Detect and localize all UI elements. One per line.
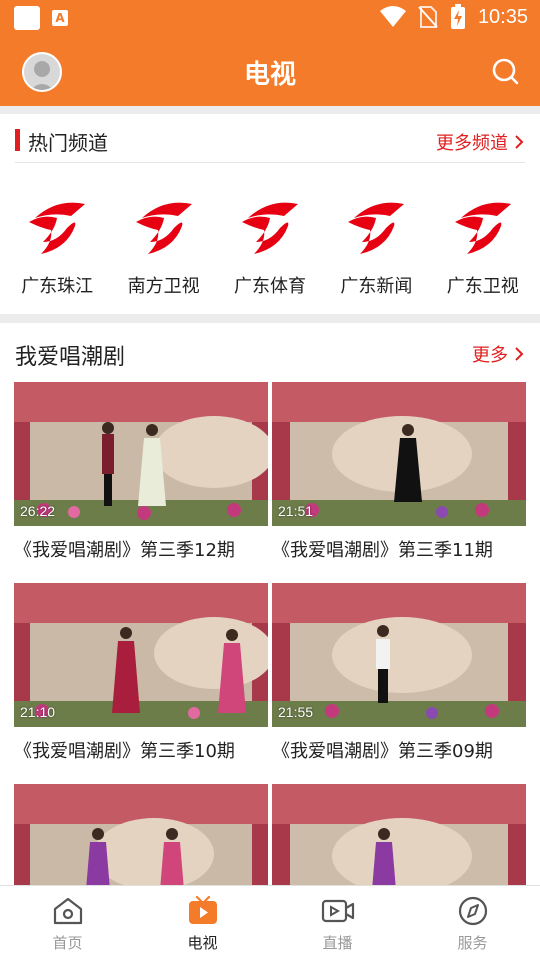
home-icon bbox=[53, 897, 82, 925]
video-thumbnail bbox=[272, 784, 526, 885]
divider bbox=[15, 162, 525, 163]
channel-name: 广东体育 bbox=[233, 276, 306, 297]
video-thumbnail: 26:22 bbox=[14, 382, 268, 526]
video-card[interactable] bbox=[272, 784, 526, 885]
opera-section: 我爱唱潮剧 更多 26:22 《我爱唱潮剧》第三季12期 21:51 《我爱唱潮… bbox=[0, 323, 540, 885]
channel-name: 广东卫视 bbox=[446, 276, 519, 297]
channel-name: 广东珠江 bbox=[21, 276, 94, 297]
video-duration: 26:22 bbox=[20, 503, 56, 519]
more-channels-link[interactable]: 更多频道 bbox=[436, 129, 524, 155]
nav-tv[interactable]: 电视 bbox=[135, 886, 270, 960]
video-title: 《我爱唱潮剧》第三季12期 bbox=[14, 540, 235, 561]
video-card[interactable]: 21:51 《我爱唱潮剧》第三季11期 bbox=[272, 382, 526, 583]
clock: 10:35 bbox=[477, 5, 528, 28]
channel-logo-icon bbox=[241, 202, 298, 254]
video-card[interactable]: 21:10 《我爱唱潮剧》第三季10期 bbox=[14, 583, 268, 784]
channel-item[interactable]: 广东珠江 bbox=[7, 196, 107, 298]
wifi-icon bbox=[379, 6, 406, 27]
video-thumbnail: 21:10 bbox=[14, 583, 268, 727]
nav-label: 首页 bbox=[52, 934, 83, 952]
live-camera-icon bbox=[321, 899, 354, 923]
channel-item[interactable]: 广东新闻 bbox=[326, 196, 426, 298]
video-thumbnail: 21:51 bbox=[272, 382, 526, 526]
search-icon[interactable] bbox=[490, 56, 520, 86]
nav-home[interactable]: 首页 bbox=[0, 886, 135, 960]
video-card[interactable]: 21:55 《我爱唱潮剧》第三季09期 bbox=[272, 583, 526, 784]
video-duration: 21:55 bbox=[278, 704, 314, 720]
notification-icon bbox=[14, 6, 40, 30]
video-card[interactable] bbox=[14, 784, 268, 885]
channel-logo-icon bbox=[135, 202, 192, 254]
no-sim-icon bbox=[418, 6, 438, 28]
video-thumbnail: 21:55 bbox=[272, 583, 526, 727]
channel-name: 广东新闻 bbox=[340, 276, 413, 297]
nav-services[interactable]: 服务 bbox=[405, 886, 540, 960]
stage-thumbnail-image bbox=[272, 784, 526, 885]
channel-logo-icon bbox=[29, 202, 86, 254]
stage-thumbnail-image bbox=[14, 784, 268, 885]
section-title: 我爱唱潮剧 bbox=[15, 345, 126, 370]
section-title: 热门频道 bbox=[28, 131, 108, 155]
status-bar: A 10:35 bbox=[0, 0, 540, 36]
channel-name: 南方卫视 bbox=[127, 276, 200, 297]
nav-label: 服务 bbox=[457, 934, 488, 952]
more-channels-label: 更多频道 bbox=[436, 133, 508, 154]
chevron-right-icon bbox=[515, 135, 524, 149]
nav-label: 直播 bbox=[322, 934, 353, 952]
channel-logo-icon bbox=[454, 202, 511, 254]
video-title: 《我爱唱潮剧》第三季11期 bbox=[272, 540, 493, 561]
app-notification-icon: A bbox=[52, 10, 68, 26]
channel-logo-icon bbox=[348, 202, 405, 254]
nav-label: 电视 bbox=[187, 934, 218, 952]
nav-live[interactable]: 直播 bbox=[270, 886, 405, 960]
app-bar: 电视 bbox=[0, 36, 540, 106]
battery-charging-icon bbox=[450, 4, 465, 29]
video-duration: 21:51 bbox=[278, 503, 314, 519]
more-link[interactable]: 更多 bbox=[472, 341, 524, 367]
video-card[interactable]: 26:22 《我爱唱潮剧》第三季12期 bbox=[14, 382, 268, 583]
video-title: 《我爱唱潮剧》第三季10期 bbox=[14, 741, 235, 762]
channel-item[interactable]: 广东体育 bbox=[220, 196, 320, 298]
section-accent-bar bbox=[15, 129, 20, 151]
chevron-right-icon bbox=[515, 347, 524, 361]
hot-channels-section: 热门频道 更多频道 广东珠江 南方卫视 广东体育 广东新闻 广东卫视 bbox=[0, 114, 540, 314]
compass-icon bbox=[458, 896, 487, 926]
video-thumbnail bbox=[14, 784, 268, 885]
video-duration: 21:10 bbox=[20, 704, 56, 720]
tv-icon bbox=[188, 896, 217, 924]
more-label: 更多 bbox=[472, 345, 508, 366]
channel-item[interactable]: 广东卫视 bbox=[433, 196, 533, 298]
video-title: 《我爱唱潮剧》第三季09期 bbox=[272, 741, 493, 762]
page-title: 电视 bbox=[243, 60, 296, 90]
channel-item[interactable]: 南方卫视 bbox=[114, 196, 214, 298]
bottom-navigation: 首页 电视 直播 服务 bbox=[0, 885, 540, 960]
